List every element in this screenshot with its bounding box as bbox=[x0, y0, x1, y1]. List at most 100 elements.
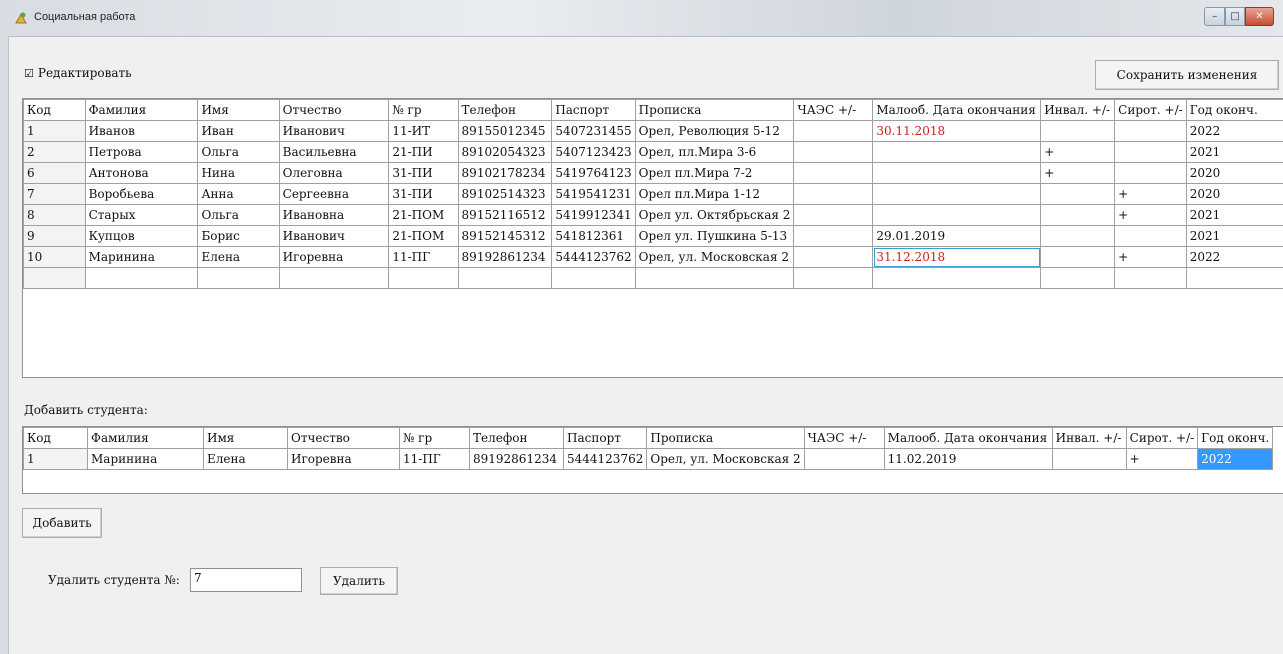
empty-cell[interactable] bbox=[551, 267, 636, 289]
column-header[interactable]: Малооб. Дата окончания bbox=[883, 427, 1053, 449]
table-cell[interactable] bbox=[872, 141, 1042, 163]
table-cell[interactable]: Петрова bbox=[84, 141, 199, 163]
empty-cell[interactable] bbox=[793, 267, 874, 289]
table-cell[interactable] bbox=[793, 204, 874, 226]
table-cell[interactable]: 89192861234 bbox=[457, 246, 553, 268]
table-cell[interactable] bbox=[803, 448, 885, 470]
table-cell[interactable] bbox=[793, 141, 874, 163]
row-code-cell[interactable]: 6 bbox=[23, 162, 86, 184]
table-cell[interactable] bbox=[872, 204, 1042, 226]
table-cell[interactable]: Маринина bbox=[87, 448, 204, 470]
table-cell[interactable] bbox=[793, 246, 874, 268]
table-row[interactable]: 8 Старых Ольга Ивановна 21-ПОМ 89152116512 541… bbox=[23, 204, 1283, 226]
column-header[interactable]: Код bbox=[23, 99, 86, 121]
table-cell[interactable]: 31-ПИ bbox=[388, 183, 459, 205]
column-header[interactable]: Прописка bbox=[634, 99, 795, 121]
table-cell[interactable]: 2021 bbox=[1185, 225, 1283, 247]
table-cell[interactable] bbox=[793, 120, 874, 142]
table-cell[interactable] bbox=[1051, 448, 1127, 470]
table-cell[interactable]: 89102054323 bbox=[457, 141, 553, 163]
table-cell[interactable]: Иван bbox=[197, 120, 280, 142]
table-cell[interactable]: + bbox=[1114, 183, 1187, 205]
table-cell[interactable]: Иванов bbox=[84, 120, 199, 142]
table-cell[interactable]: Антонова bbox=[84, 162, 199, 184]
table-cell[interactable]: 541812361 bbox=[551, 225, 636, 247]
table-cell[interactable]: Орел, пл.Мира 3-6 bbox=[634, 141, 795, 163]
table-row[interactable]: 10 Маринина Елена Игоревна 11-ПГ 89192861234 5… bbox=[23, 246, 1283, 268]
close-button[interactable]: ✕ bbox=[1244, 7, 1274, 26]
empty-cell[interactable] bbox=[1114, 267, 1187, 289]
table-cell[interactable]: 89152116512 bbox=[457, 204, 553, 226]
table-cell[interactable]: Олеговна bbox=[278, 162, 390, 184]
table-cell[interactable]: 89102514323 bbox=[457, 183, 553, 205]
table-cell[interactable] bbox=[793, 162, 874, 184]
column-header[interactable]: Прописка bbox=[646, 427, 805, 449]
edit-checkbox[interactable]: ☑ Редактировать bbox=[24, 66, 132, 80]
table-cell[interactable]: Нина bbox=[197, 162, 280, 184]
table-cell[interactable]: 11-ИТ bbox=[388, 120, 459, 142]
table-cell[interactable]: 89155012345 bbox=[457, 120, 553, 142]
empty-cell[interactable] bbox=[1185, 267, 1283, 289]
table-cell[interactable]: 1 bbox=[23, 448, 88, 470]
table-cell[interactable] bbox=[1114, 120, 1187, 142]
table-cell[interactable]: 2021 bbox=[1185, 141, 1283, 163]
column-header[interactable]: Сирот. +/- bbox=[1114, 99, 1187, 121]
table-cell[interactable]: 2022 bbox=[1185, 120, 1283, 142]
column-header[interactable]: Сирот. +/- bbox=[1125, 427, 1199, 449]
checkbox-mark[interactable]: ☑ bbox=[24, 67, 34, 80]
table-cell[interactable] bbox=[1114, 141, 1187, 163]
table-row[interactable]: 9 Купцов Борис Иванович 21-ПОМ 89152145312 541… bbox=[23, 225, 1283, 247]
selected-cell[interactable]: 2022 bbox=[1197, 448, 1274, 470]
table-cell[interactable]: 31.12.2018 bbox=[872, 246, 1042, 268]
table-cell[interactable]: + bbox=[1040, 141, 1116, 163]
table-cell[interactable]: 21-ПОМ bbox=[388, 225, 459, 247]
table-cell[interactable]: Орел пл.Мира 7-2 bbox=[634, 162, 795, 184]
maximize-button[interactable]: □ bbox=[1225, 7, 1245, 26]
table-cell[interactable]: 5407231455 bbox=[551, 120, 636, 142]
table-cell[interactable] bbox=[1040, 246, 1116, 268]
column-header[interactable]: Телефон bbox=[469, 427, 564, 449]
new-student-row[interactable]: 1 Маринина Елена Игоревна 11-ПГ 89192861… bbox=[23, 448, 1274, 470]
table-cell[interactable]: + bbox=[1040, 162, 1116, 184]
table-cell[interactable]: Игоревна bbox=[287, 448, 400, 470]
table-cell[interactable]: 31-ПИ bbox=[388, 162, 459, 184]
table-cell[interactable]: Орел, ул. Московская 2 bbox=[646, 448, 805, 470]
table-cell[interactable]: Ольга bbox=[197, 141, 280, 163]
empty-cell[interactable] bbox=[872, 267, 1042, 289]
row-code-cell[interactable]: 7 bbox=[23, 183, 86, 205]
table-cell[interactable]: + bbox=[1125, 448, 1199, 470]
empty-cell[interactable] bbox=[278, 267, 390, 289]
table-cell[interactable] bbox=[793, 183, 874, 205]
table-cell[interactable]: Воробьева bbox=[84, 183, 199, 205]
table-cell[interactable]: + bbox=[1114, 246, 1187, 268]
table-row[interactable]: 7 Воробьева Анна Сергеевна 31-ПИ 89102514323 5… bbox=[23, 183, 1283, 205]
table-cell[interactable]: 21-ПОМ bbox=[388, 204, 459, 226]
table-cell[interactable]: 5407123423 bbox=[551, 141, 636, 163]
empty-cell[interactable] bbox=[388, 267, 459, 289]
column-header[interactable]: Имя bbox=[197, 99, 280, 121]
table-cell[interactable] bbox=[872, 183, 1042, 205]
row-code-cell[interactable]: 9 bbox=[23, 225, 86, 247]
table-cell[interactable] bbox=[1040, 183, 1116, 205]
save-changes-button[interactable]: Сохранить изменения bbox=[1095, 60, 1279, 90]
column-header[interactable]: № гр bbox=[399, 427, 470, 449]
table-cell[interactable]: Ивановна bbox=[278, 204, 390, 226]
table-cell[interactable]: 11-ПГ bbox=[388, 246, 459, 268]
table-cell[interactable] bbox=[1040, 204, 1116, 226]
column-header[interactable]: Инвал. +/- bbox=[1040, 99, 1116, 121]
table-cell[interactable]: 30.11.2018 bbox=[872, 120, 1042, 142]
empty-new-row[interactable] bbox=[23, 267, 1283, 289]
table-cell[interactable]: Сергеевна bbox=[278, 183, 390, 205]
add-button[interactable]: Добавить bbox=[22, 508, 102, 538]
table-cell[interactable]: Елена bbox=[203, 448, 288, 470]
table-cell[interactable]: 5444123762 bbox=[551, 246, 636, 268]
table-cell[interactable]: Анна bbox=[197, 183, 280, 205]
row-code-cell[interactable]: 10 bbox=[23, 246, 86, 268]
empty-cell[interactable] bbox=[197, 267, 280, 289]
empty-cell[interactable] bbox=[84, 267, 199, 289]
table-cell[interactable]: Маринина bbox=[84, 246, 199, 268]
table-cell[interactable]: Васильевна bbox=[278, 141, 390, 163]
column-header[interactable]: Год оконч. bbox=[1185, 99, 1283, 121]
column-header[interactable]: Малооб. Дата окончания bbox=[872, 99, 1042, 121]
empty-cell[interactable] bbox=[23, 267, 86, 289]
